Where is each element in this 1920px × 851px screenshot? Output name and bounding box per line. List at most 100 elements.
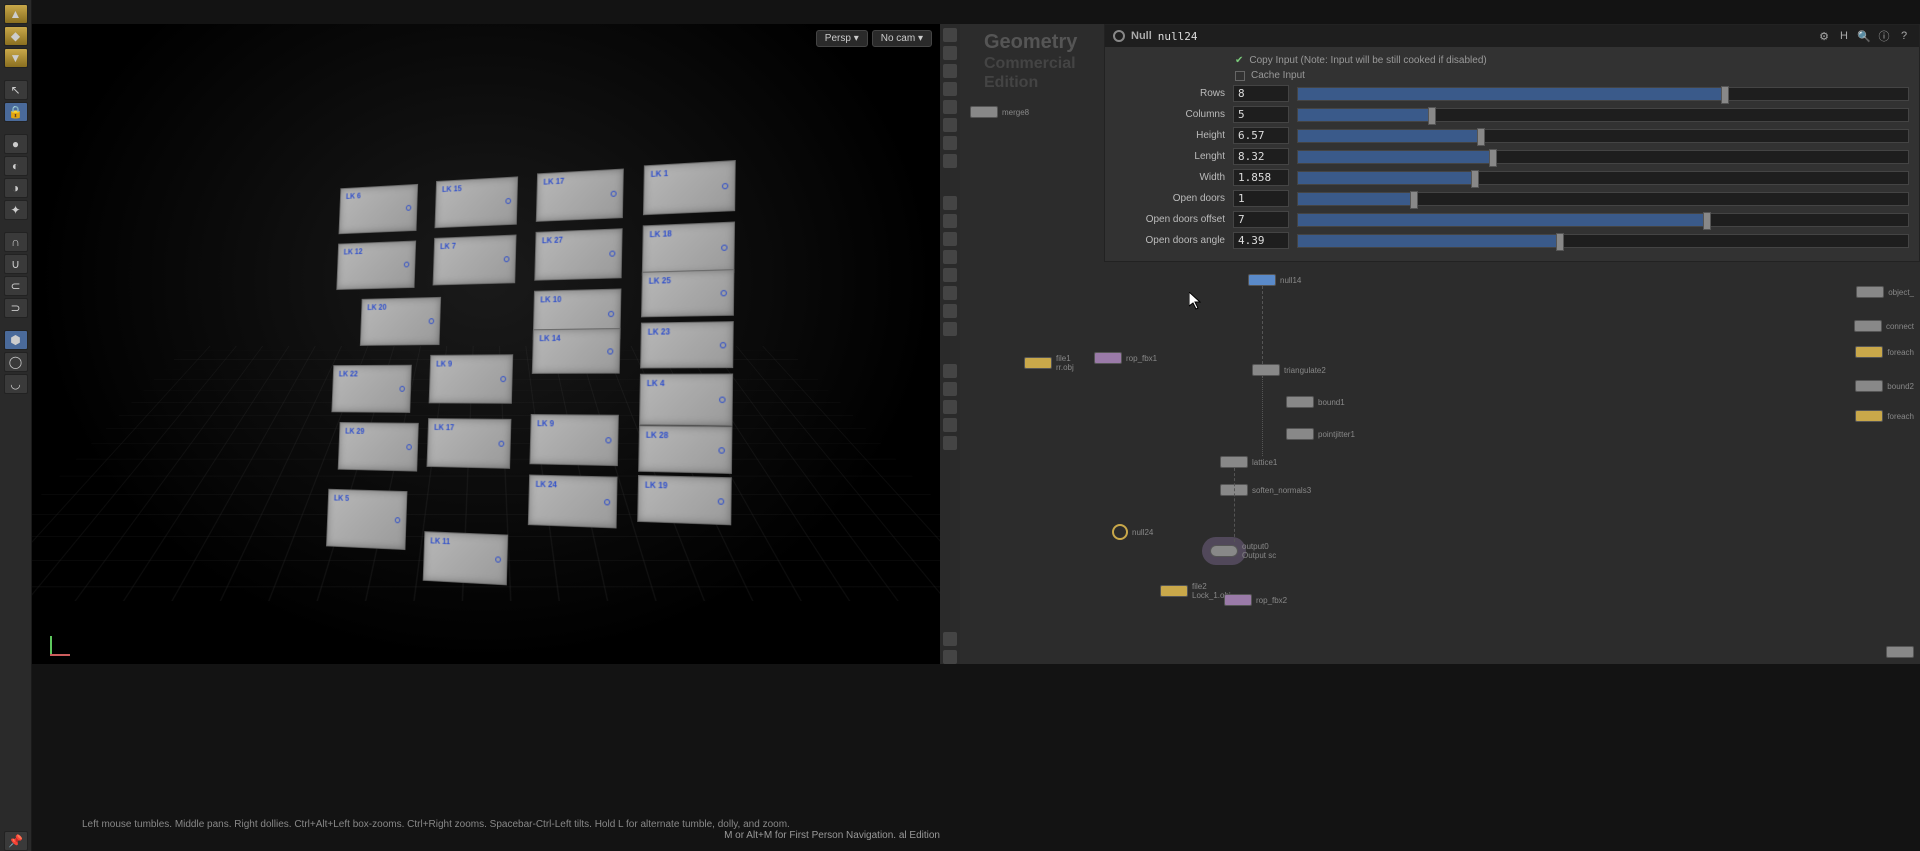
rtool-20[interactable] [943,418,957,432]
param-value-input[interactable] [1233,148,1289,165]
rtool-5[interactable] [943,100,957,114]
viewport-3d[interactable]: Persp ▾ No cam ▾ LK 6LK 15LK 17LK 1LK 12… [32,24,940,664]
copy-input-checkbox[interactable]: ✔ Copy Input (Note: Input will be still … [1115,53,1909,68]
statusbar-help-text: Left mouse tumbles. Middle pans. Right d… [82,819,790,830]
rtool-1[interactable] [943,28,957,42]
node-null14[interactable]: null14 [1248,274,1301,286]
node-foreach-begin[interactable]: foreach [1855,346,1914,358]
shelf-tool-c[interactable]: ◑ [4,178,28,198]
param-row-height: Height [1115,125,1909,146]
rtool-4[interactable] [943,82,957,96]
param-value-input[interactable] [1233,169,1289,186]
shelf-tool-1[interactable]: ▲ [4,4,28,24]
help-icon[interactable]: ? [1897,29,1911,43]
rtool-9[interactable] [943,196,957,210]
shelf-tool-a[interactable]: ● [4,134,28,154]
shelf-tool-2[interactable]: ◆ [4,26,28,46]
node-bound2[interactable]: bound2 [1855,380,1914,392]
node-rop-fbx2[interactable]: rop_fbx2 [1224,594,1287,606]
nocam-dropdown[interactable]: No cam ▾ [872,30,932,47]
rtool-info-icon[interactable] [943,632,957,646]
node-bound1[interactable]: bound1 [1286,396,1345,408]
node-ring-icon [1113,30,1125,42]
param-value-input[interactable] [1233,85,1289,102]
param-slider[interactable] [1297,171,1909,185]
param-value-input[interactable] [1233,190,1289,207]
rtool-6[interactable] [943,118,957,132]
shelf-tool-g[interactable]: ⊃ [4,298,28,318]
locker-door: LK 29 [338,422,419,472]
node-file1[interactable]: file1rr.obj [1024,354,1074,372]
param-value-input[interactable] [1233,127,1289,144]
rtool-13[interactable] [943,268,957,282]
param-slider[interactable] [1297,87,1909,101]
node-triangulate2[interactable]: triangulate2 [1252,364,1326,376]
node-object-merge[interactable]: object_ [1856,286,1914,298]
param-value-input[interactable] [1233,232,1289,249]
node-pointjitter1[interactable]: pointjitter1 [1286,428,1355,440]
shelf-tool-j[interactable]: ◡ [4,374,28,394]
node-type-label: Null [1131,30,1152,42]
node-merge8[interactable]: merge8 [970,106,1029,118]
camera-dropdown[interactable]: Persp ▾ [816,30,868,47]
rtool-19[interactable] [943,400,957,414]
param-slider[interactable] [1297,234,1909,248]
h-icon[interactable]: H [1837,29,1851,43]
shelf-tool-i[interactable]: ◯ [4,352,28,372]
locker-door: LK 11 [423,531,509,585]
rtool-10[interactable] [943,214,957,228]
rtool-16[interactable] [943,322,957,336]
rtool-3[interactable] [943,64,957,78]
rtool-14[interactable] [943,286,957,300]
param-value-input[interactable] [1233,106,1289,123]
gear-icon[interactable]: ⚙ [1817,29,1831,43]
param-slider[interactable] [1297,129,1909,143]
rtool-7[interactable] [943,136,957,150]
param-slider[interactable] [1297,192,1909,206]
lock-tool-icon[interactable]: 🔒 [4,102,28,122]
shelf-tool-d[interactable]: ✦ [4,200,28,220]
magnet-tool-icon[interactable]: ∩ [4,232,28,252]
rtool-8[interactable] [943,154,957,168]
shelf-tool-h[interactable]: ⬢ [4,330,28,350]
rtool-21[interactable] [943,436,957,450]
rtool-2[interactable] [943,46,957,60]
shelf-pin-icon[interactable]: 📌 [4,831,28,851]
shelf-tool-f[interactable]: ⊂ [4,276,28,296]
select-tool-icon[interactable]: ↖ [4,80,28,100]
statusbar-right-text: M or Alt+M for First Person Navigation. … [724,830,940,841]
shelf-tool-e[interactable]: ∪ [4,254,28,274]
param-value-input[interactable] [1233,211,1289,228]
node-extra[interactable] [1886,646,1914,658]
rtool-11[interactable] [943,232,957,246]
rtool-grid-icon[interactable] [943,650,957,664]
node-null24[interactable]: null24 [1112,524,1153,540]
locker-door: LK 24 [528,474,618,528]
rtool-17[interactable] [943,364,957,378]
node-output0[interactable]: output0Output sc [1210,542,1276,560]
info-icon[interactable]: ⓘ [1877,29,1891,43]
param-slider[interactable] [1297,108,1909,122]
param-header: Null null24 ⚙ H 🔍 ⓘ ? [1105,25,1919,47]
locker-door: LK 17 [427,418,512,469]
search-icon[interactable]: 🔍 [1857,29,1871,43]
shelf-tool-3[interactable]: ▼ [4,48,28,68]
locker-door: LK 22 [331,365,412,413]
param-label: Open doors [1115,193,1225,204]
node-file2[interactable]: file2Lock_1.obj [1160,582,1231,600]
node-lattice1[interactable]: lattice1 [1220,456,1277,468]
locker-door: LK 5 [326,489,408,550]
node-name-field[interactable]: null24 [1158,30,1198,43]
cache-input-checkbox[interactable]: Cache Input [1115,68,1909,83]
wire [1262,286,1263,364]
node-rop-fbx1[interactable]: rop_fbx1 [1094,352,1157,364]
param-slider[interactable] [1297,213,1909,227]
param-row-columns: Columns [1115,104,1909,125]
shelf-tool-b[interactable]: ◐ [4,156,28,176]
param-slider[interactable] [1297,150,1909,164]
node-connect[interactable]: connect [1854,320,1914,332]
rtool-12[interactable] [943,250,957,264]
rtool-18[interactable] [943,382,957,396]
rtool-15[interactable] [943,304,957,318]
node-foreach-end[interactable]: foreach [1855,410,1914,422]
